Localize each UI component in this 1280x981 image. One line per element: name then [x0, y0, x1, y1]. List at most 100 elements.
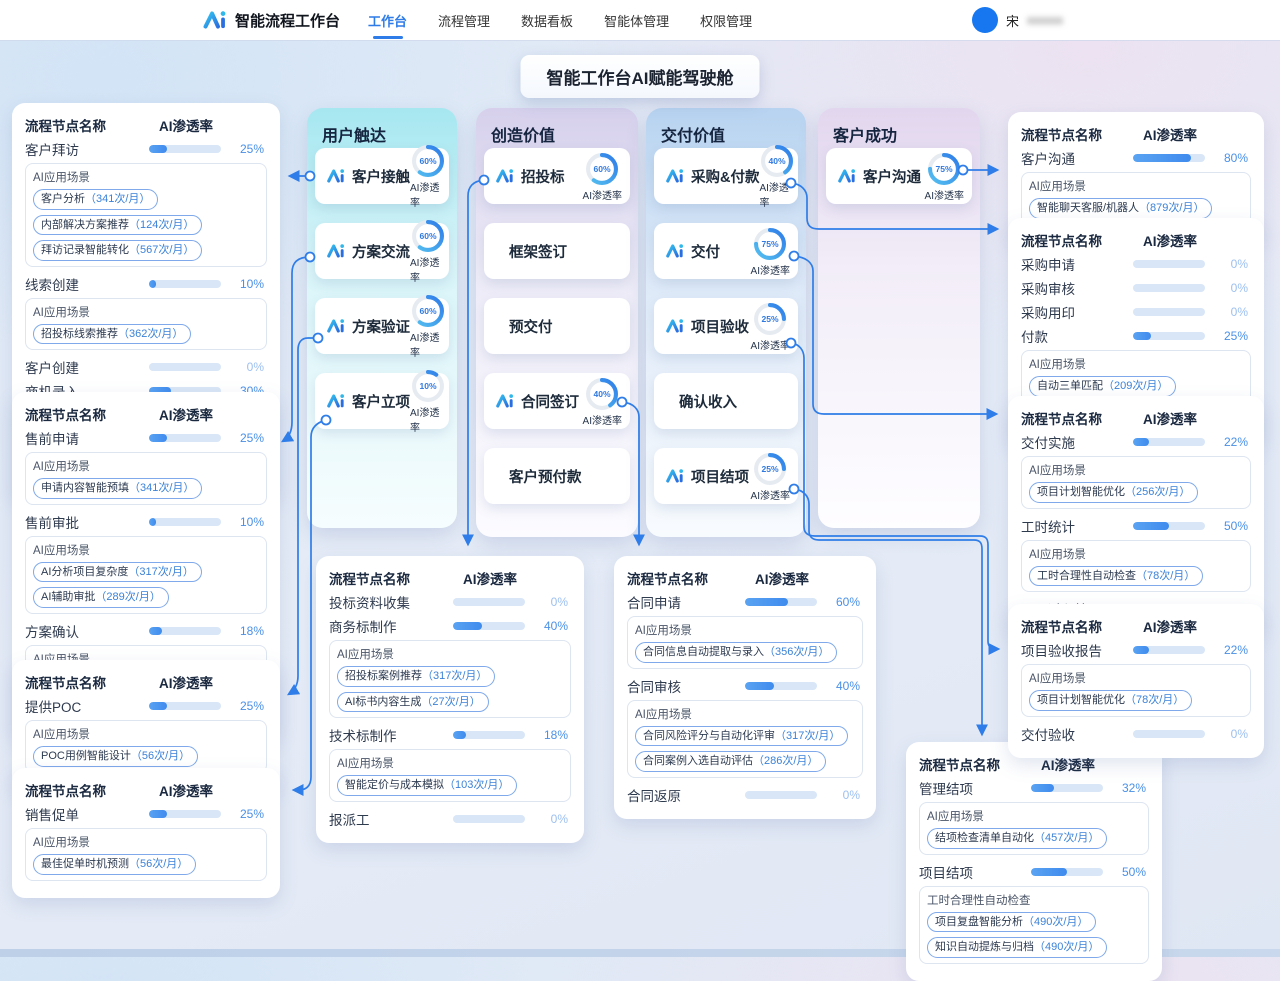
ai-scene-tag: 客户分析（341次/月） [33, 189, 158, 210]
ai-scene-label: AI应用场景 [1029, 670, 1243, 686]
process-node-card[interactable]: 框架签订 [484, 223, 630, 279]
ai-badge-icon [665, 466, 685, 486]
process-row: 客户创建 0% [25, 357, 267, 377]
process-row-label: 采购申请 [1021, 254, 1133, 274]
process-node-label: 框架签订 [509, 241, 567, 262]
process-row: 客户沟通 80% [1021, 148, 1251, 168]
process-node-card[interactable]: 方案验证 60% AI渗透率 [315, 298, 449, 354]
progress-bar-fill [1133, 332, 1151, 340]
nav-item-3[interactable]: 智能体管理 [602, 0, 671, 41]
progress-bar [149, 518, 221, 526]
process-row-label: 商务标制作 [329, 616, 453, 636]
process-row-label: 客户拜访 [25, 139, 149, 159]
tag-count: （490次/月） [1034, 941, 1099, 953]
ai-badge-icon [665, 316, 685, 336]
node-name-header: 流程节点名称 [1021, 230, 1133, 250]
progress-bar [453, 598, 525, 606]
donut-chart: 60% [410, 143, 446, 179]
donut-block: 60% AI渗透率 [410, 293, 446, 359]
process-node-card[interactable]: 交付 75% AI渗透率 [654, 223, 798, 279]
donut-caption: AI渗透率 [925, 187, 964, 202]
progress-bar-fill [149, 145, 167, 153]
ai-badge-icon [326, 241, 346, 261]
detail-card-header: 流程节点名称 AI渗透率 [25, 404, 267, 424]
ai-scene-tags: 项目计划智能优化（256次/月） [1029, 482, 1243, 503]
process-node-card[interactable]: 招投标 60% AI渗透率 [484, 148, 630, 204]
ai-scene-tags: 项目复盘智能分析（490次/月） 知识自动提炼与归档（490次/月） [927, 912, 1141, 958]
process-node-card[interactable]: 客户接触 60% AI渗透率 [315, 148, 449, 204]
ai-scene-box: AI应用场景 客户分析（341次/月） 内部解决方案推荐（124次/月） 拜访记… [25, 163, 267, 267]
user-block[interactable]: 宋 xxxxxx [972, 7, 1063, 33]
tag-name: 招投标线索推荐 [41, 328, 118, 340]
process-row-label: 管理结项 [919, 778, 1031, 798]
process-node-label: 确认收入 [679, 391, 737, 412]
process-node-label: 客户预付款 [509, 466, 582, 487]
nav-item-2[interactable]: 数据看板 [519, 0, 575, 41]
progress-bar [1133, 332, 1205, 340]
donut-block: 75% AI渗透率 [751, 226, 790, 277]
ai-scene-tag: AI标书内容生成（27次/月） [337, 692, 489, 713]
ai-badge-icon [495, 166, 515, 186]
progress-percent: 40% [532, 619, 568, 633]
ai-scene-box: AI应用场景 结项检查清单自动化（457次/月） [919, 802, 1149, 855]
process-node-card[interactable]: 项目结项 25% AI渗透率 [654, 448, 798, 504]
stage-column-title: 用户触达 [307, 108, 457, 146]
ai-scene-tag: 工时合理性自动检查（78次/月） [1029, 566, 1203, 587]
progress-bar-fill [149, 702, 167, 710]
process-row: 合同审核 40% [627, 676, 863, 696]
tag-name: 最佳促单时机预测 [41, 858, 129, 870]
process-row: 售前申请 25% [25, 428, 267, 448]
process-node-card[interactable]: 确认收入 [654, 373, 798, 429]
detail-card-header: 流程节点名称 AI渗透率 [1021, 230, 1251, 250]
process-node-card[interactable]: 项目验收 25% AI渗透率 [654, 298, 798, 354]
donut-block: 10% AI渗透率 [410, 368, 446, 434]
tag-name: 项目计划智能优化 [1037, 486, 1125, 498]
node-name-header: 流程节点名称 [25, 404, 149, 424]
avatar[interactable] [972, 7, 998, 33]
detail-card-header: 流程节点名称 AI渗透率 [329, 568, 571, 588]
detail-card-header: 流程节点名称 AI渗透率 [1021, 408, 1251, 428]
detail-card-header: 流程节点名称 AI渗透率 [25, 115, 267, 135]
process-node-card[interactable]: 预交付 [484, 298, 630, 354]
tag-count: （356次/月） [764, 646, 829, 658]
nav-item-0[interactable]: 工作台 [366, 0, 409, 41]
ai-scene-label: AI应用场景 [33, 834, 259, 850]
process-node-card[interactable]: 采购&付款 40% AI渗透率 [654, 148, 798, 204]
detail-card-header: 流程节点名称 AI渗透率 [1021, 616, 1251, 636]
ai-scene-tag: 合同风险评分与自动化评审（317次/月） [635, 726, 848, 747]
ai-scene-box: AI应用场景 智能聊天客服/机器人（879次/月） [1021, 172, 1251, 225]
ai-scene-label: AI应用场景 [337, 646, 563, 662]
tag-count: （56次/月） [129, 858, 188, 870]
process-node-card[interactable]: 客户预付款 [484, 448, 630, 504]
process-node-label: 客户沟通 [863, 166, 921, 187]
ai-scene-tag: POC用例智能设计（56次/月） [33, 746, 198, 767]
process-node-card[interactable]: 客户立项 10% AI渗透率 [315, 373, 449, 429]
tag-name: 合同信息自动提取与录入 [643, 646, 764, 658]
tag-name: 结项检查清单自动化 [935, 832, 1034, 844]
ai-scene-box: AI应用场景 项目计划智能优化（78次/月） [1021, 664, 1251, 717]
process-node-card[interactable]: 方案交流 60% AI渗透率 [315, 223, 449, 279]
tag-count: （567次/月） [129, 244, 194, 256]
ai-scene-label: AI应用场景 [337, 755, 563, 771]
ai-badge-icon [326, 166, 346, 186]
tag-name: 知识自动提炼与归档 [935, 941, 1034, 953]
donut-chart: 40% [584, 376, 620, 412]
process-node-card[interactable]: 客户沟通 75% AI渗透率 [826, 148, 972, 204]
donut-block: 40% AI渗透率 [583, 376, 622, 427]
progress-percent: 80% [1212, 151, 1248, 165]
donut-chart: 60% [584, 151, 620, 187]
progress-bar-fill [1133, 154, 1191, 162]
node-name-header: 流程节点名称 [25, 115, 149, 135]
nav-item-4[interactable]: 权限管理 [698, 0, 754, 41]
process-row-label: 合同申请 [627, 592, 745, 612]
process-row: 报派工 0% [329, 809, 571, 829]
tag-name: AI标书内容生成 [345, 696, 421, 708]
ai-scene-box: AI应用场景 智能定价与成本模拟（103次/月） [329, 749, 571, 802]
progress-percent: 0% [532, 595, 568, 609]
ai-scene-label: AI应用场景 [635, 706, 855, 722]
donut-percent-value: 60% [419, 156, 437, 166]
process-node-card[interactable]: 合同签订 40% AI渗透率 [484, 373, 630, 429]
process-row: 管理结项 32% [919, 778, 1149, 798]
nav-item-1[interactable]: 流程管理 [436, 0, 492, 41]
process-row: 交付验收 0% [1021, 724, 1251, 744]
